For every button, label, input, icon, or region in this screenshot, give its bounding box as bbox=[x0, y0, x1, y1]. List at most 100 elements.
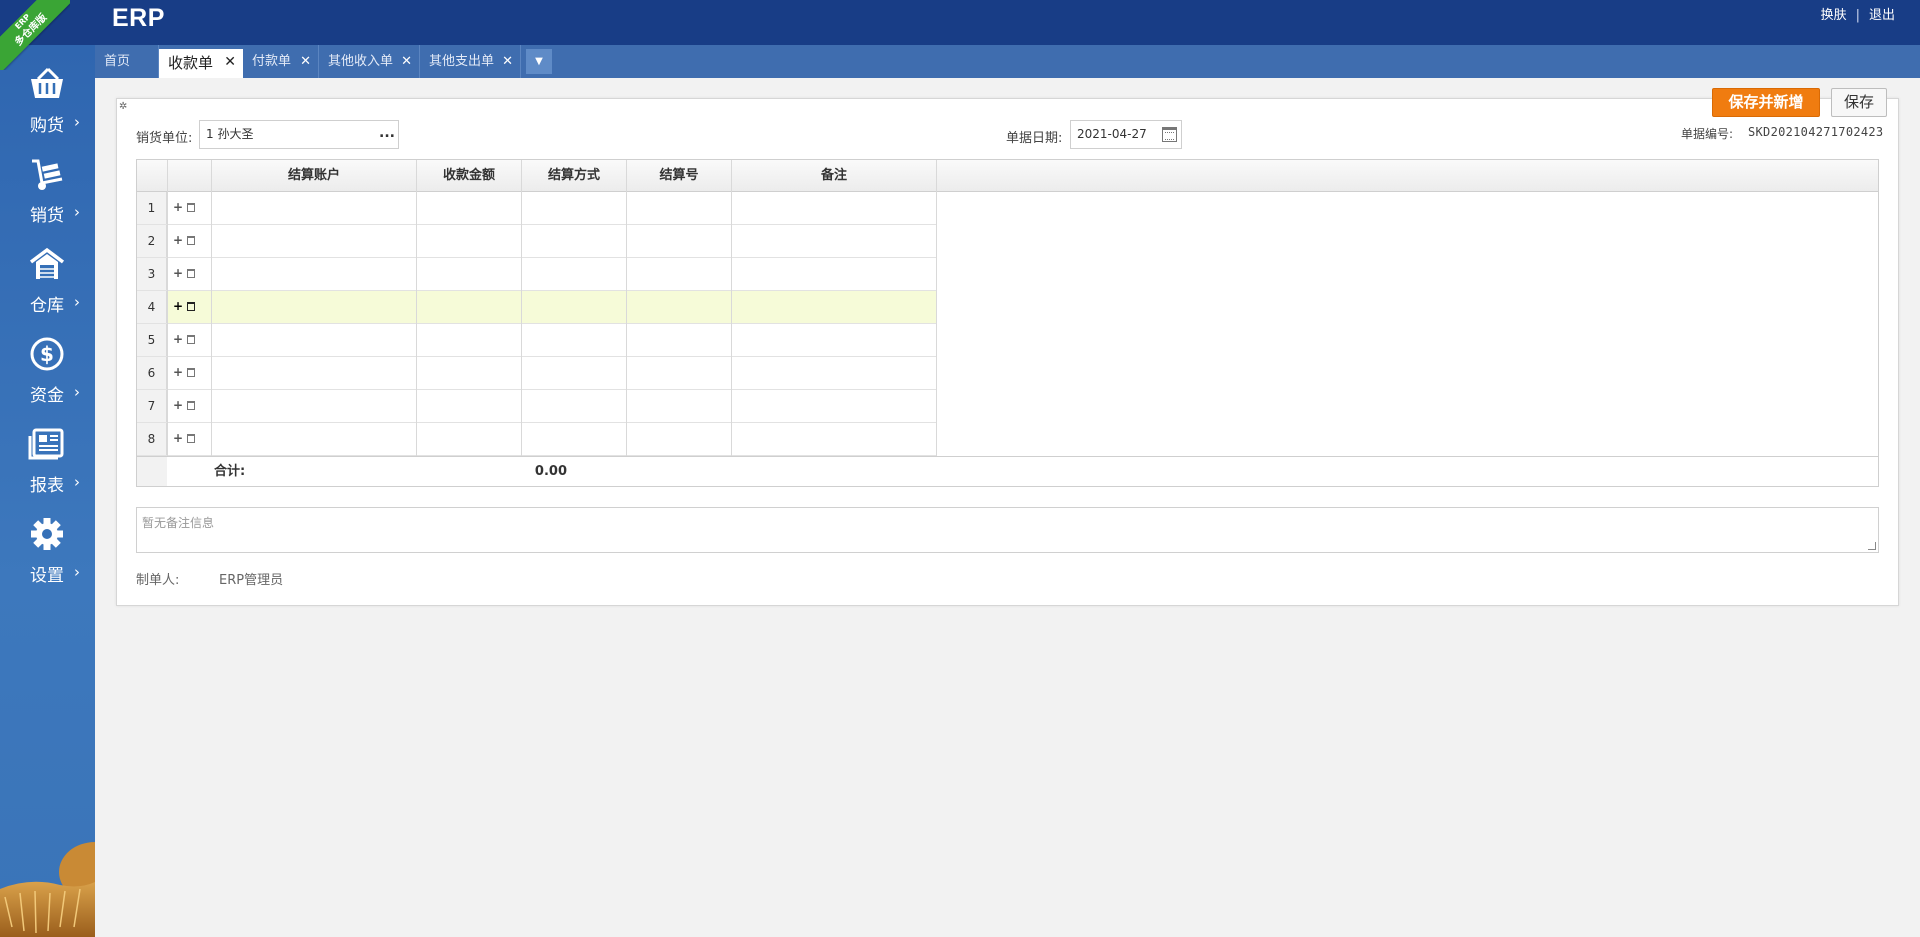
col-divider bbox=[936, 160, 937, 486]
table-row[interactable]: 8 + bbox=[137, 423, 937, 456]
warehouse-icon bbox=[29, 247, 65, 279]
close-icon[interactable]: ✕ bbox=[224, 48, 236, 76]
customer-value: 1 孙大圣 bbox=[206, 127, 254, 141]
row-number: 3 bbox=[137, 258, 167, 290]
tab-home[interactable]: 首页 bbox=[95, 45, 159, 78]
close-icon[interactable]: ✕ bbox=[401, 45, 412, 78]
wheat-field-decoration bbox=[0, 842, 95, 937]
table-row[interactable]: 6 + bbox=[137, 357, 937, 390]
add-row-icon[interactable]: + bbox=[173, 200, 183, 214]
svg-text:$: $ bbox=[40, 342, 54, 366]
remark-textarea[interactable]: 暂无备注信息 bbox=[136, 507, 1879, 553]
table-row[interactable]: 4 + bbox=[137, 291, 937, 324]
column-settings-icon[interactable]: ✲ bbox=[119, 101, 127, 112]
col-divider bbox=[416, 160, 417, 486]
maker-label: 制单人: bbox=[136, 573, 180, 588]
save-and-new-button[interactable]: 保存并新增 bbox=[1712, 88, 1820, 117]
row-actions: + bbox=[173, 266, 196, 280]
table-row[interactable]: 2 + bbox=[137, 225, 937, 258]
tab-label: 收款单 bbox=[168, 54, 214, 72]
col-divider bbox=[731, 160, 732, 486]
close-icon[interactable]: ✕ bbox=[300, 45, 311, 78]
delete-row-icon[interactable] bbox=[187, 269, 196, 278]
total-amount: 0.00 bbox=[534, 464, 567, 479]
add-row-icon[interactable]: + bbox=[173, 398, 183, 412]
customer-picker-button[interactable]: ... bbox=[379, 120, 395, 147]
row-actions: + bbox=[173, 365, 196, 379]
tab-receipt[interactable]: 收款单 ✕ bbox=[159, 49, 243, 78]
col-divider bbox=[521, 160, 522, 486]
add-row-icon[interactable]: + bbox=[173, 233, 183, 247]
close-icon[interactable]: ✕ bbox=[502, 45, 513, 78]
delete-row-icon[interactable] bbox=[187, 434, 196, 443]
chevron-right-icon: › bbox=[74, 203, 80, 221]
ribbon-brand: ERP bbox=[13, 12, 33, 32]
tab-payment[interactable]: 付款单 ✕ bbox=[243, 45, 319, 78]
tab-label: 首页 bbox=[104, 54, 131, 69]
delete-row-icon[interactable] bbox=[187, 368, 196, 377]
customer-field[interactable]: 1 孙大圣 ... bbox=[199, 120, 399, 149]
total-label: 合计: bbox=[214, 464, 246, 479]
tab-other-income[interactable]: 其他收入单 ✕ bbox=[319, 45, 420, 78]
top-links: 换肤 | 退出 bbox=[1814, 4, 1902, 23]
delete-row-icon[interactable] bbox=[187, 401, 196, 410]
tab-more-dropdown[interactable]: ▼ bbox=[526, 49, 552, 74]
top-bar: ERP 换肤 | 退出 bbox=[0, 0, 1920, 45]
row-actions: + bbox=[173, 431, 196, 445]
calendar-icon[interactable] bbox=[1162, 127, 1177, 142]
sidebar-item-label: 销货 bbox=[30, 206, 64, 226]
delete-row-icon[interactable] bbox=[187, 236, 196, 245]
row-number: 1 bbox=[137, 192, 167, 224]
sidebar: 购货 › 销货 › 仓库 › $ 资金 › 报表 › 设置 › bbox=[0, 45, 95, 937]
tab-other-expense[interactable]: 其他支出单 ✕ bbox=[420, 45, 521, 78]
col-header-remark: 备注 bbox=[820, 168, 847, 183]
row-number: 7 bbox=[137, 390, 167, 422]
table-row[interactable]: 3 + bbox=[137, 258, 937, 291]
sidebar-item-sales[interactable]: 销货 › bbox=[0, 145, 95, 233]
resize-handle-icon[interactable] bbox=[1868, 542, 1876, 550]
chevron-right-icon: › bbox=[74, 293, 80, 311]
date-field[interactable]: 2021-04-27 bbox=[1070, 120, 1182, 149]
chevron-right-icon: › bbox=[74, 473, 80, 491]
add-row-icon[interactable]: + bbox=[173, 332, 183, 346]
logout-link[interactable]: 退出 bbox=[1869, 8, 1895, 23]
col-divider bbox=[167, 160, 168, 486]
save-button[interactable]: 保存 bbox=[1831, 88, 1887, 117]
grid-header: 结算账户 收款金额 结算方式 结算号 备注 bbox=[137, 160, 1878, 192]
col-header-amount: 收款金额 bbox=[442, 168, 495, 183]
link-separator: | bbox=[1855, 8, 1860, 23]
total-row-gutter bbox=[137, 457, 167, 486]
row-number: 6 bbox=[137, 357, 167, 389]
col-divider bbox=[626, 160, 627, 486]
add-row-icon[interactable]: + bbox=[173, 266, 183, 280]
sidebar-item-funds[interactable]: $ 资金 › bbox=[0, 325, 95, 413]
table-row[interactable]: 5 + bbox=[137, 324, 937, 357]
hand-truck-icon bbox=[32, 159, 63, 190]
row-number: 4 bbox=[137, 291, 167, 323]
grid-total-row: 合计: 0.00 bbox=[137, 456, 1878, 486]
add-row-icon[interactable]: + bbox=[173, 365, 183, 379]
maker-value: ERP管理员 bbox=[219, 573, 284, 588]
settlement-grid: 结算账户 收款金额 结算方式 结算号 备注 1 +2 +3 +4 +5 +6 +7 +8 + 合… bbox=[136, 159, 1879, 487]
gear-icon bbox=[31, 518, 63, 550]
chevron-right-icon: › bbox=[74, 113, 80, 131]
skin-link[interactable]: 换肤 bbox=[1821, 8, 1847, 23]
tab-label: 其他支出单 bbox=[429, 54, 495, 69]
row-actions: + bbox=[173, 233, 196, 247]
add-row-icon[interactable]: + bbox=[173, 431, 183, 445]
add-row-icon[interactable]: + bbox=[173, 299, 183, 313]
sidebar-item-reports[interactable]: 报表 › bbox=[0, 415, 95, 503]
edition-ribbon-band: ERP 多仓库版 bbox=[0, 0, 70, 70]
sidebar-item-warehouse[interactable]: 仓库 › bbox=[0, 235, 95, 323]
table-row[interactable]: 1 + bbox=[137, 192, 937, 225]
sidebar-item-label: 设置 bbox=[30, 566, 64, 586]
delete-row-icon[interactable] bbox=[187, 335, 196, 344]
chevron-right-icon: › bbox=[74, 563, 80, 581]
delete-row-icon[interactable] bbox=[187, 203, 196, 212]
remark-placeholder: 暂无备注信息 bbox=[142, 516, 215, 530]
row-actions: + bbox=[173, 200, 196, 214]
sidebar-item-settings[interactable]: 设置 › bbox=[0, 505, 95, 593]
table-row[interactable]: 7 + bbox=[137, 390, 937, 423]
delete-row-icon[interactable] bbox=[187, 302, 196, 311]
col-header-method: 结算方式 bbox=[547, 168, 600, 183]
